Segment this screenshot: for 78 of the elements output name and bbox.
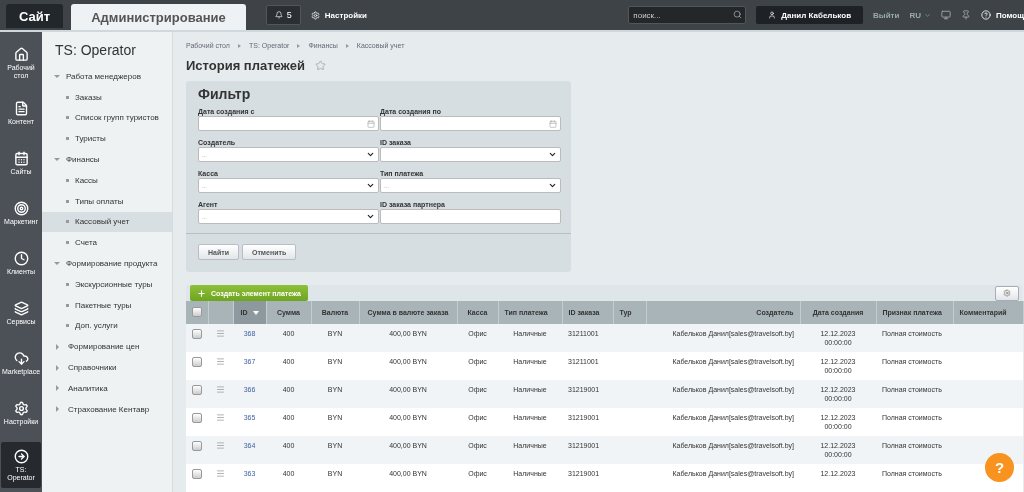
menu-icon[interactable] <box>216 441 225 450</box>
window-icon[interactable] <box>941 10 951 20</box>
search-icon <box>733 10 743 19</box>
language-menu[interactable]: RU <box>909 10 931 20</box>
calendar-icon[interactable] <box>549 119 557 128</box>
calendar-icon[interactable] <box>367 119 375 128</box>
menu-icon[interactable] <box>216 329 225 338</box>
services-icon <box>13 300 29 316</box>
sidebar-item[interactable]: Формирование продукта <box>42 253 172 274</box>
sidebar-item[interactable]: Пакетные туры <box>42 294 172 316</box>
caret-icon <box>366 181 375 190</box>
sidebar-item[interactable]: Экскурсионные туры <box>42 273 172 295</box>
chevron-icon <box>297 43 301 48</box>
filter-title: Фильтр <box>197 86 252 104</box>
help-link[interactable]: Помощ <box>981 10 1024 20</box>
sort-icon <box>252 311 259 315</box>
sidebar-item[interactable]: Работа менеджеров <box>42 66 172 87</box>
notifications-button[interactable]: 5 <box>265 5 301 25</box>
sidebar-title: TS: Operator <box>54 42 137 60</box>
sidebar-item[interactable]: Доп. услуги <box>42 315 172 337</box>
user-button[interactable]: Данил Кабельков <box>756 6 864 24</box>
sidebar-item[interactable]: Кассовый учет <box>42 211 172 233</box>
date-field[interactable] <box>198 116 379 131</box>
home-icon <box>13 47 29 63</box>
caret-icon <box>924 11 931 19</box>
menu-icon[interactable] <box>216 469 225 478</box>
input-field[interactable] <box>380 209 561 224</box>
bell-icon <box>274 11 283 19</box>
caret-icon <box>366 212 375 221</box>
sidebar-item[interactable]: Счета <box>42 232 172 254</box>
plus-icon <box>197 288 206 298</box>
sidebar-item[interactable]: Справочники <box>42 357 172 378</box>
caret-icon <box>366 150 375 159</box>
clients-icon <box>13 250 29 266</box>
settings-button[interactable] <box>995 285 1019 301</box>
help-icon <box>981 10 991 20</box>
operator-icon <box>13 449 29 465</box>
sidebar-item[interactable]: Финансы <box>42 149 172 170</box>
checkbox[interactable] <box>192 469 202 479</box>
star-icon[interactable] <box>314 60 326 71</box>
checkbox[interactable] <box>192 441 202 451</box>
checkbox[interactable] <box>192 307 202 317</box>
checkbox[interactable] <box>192 385 202 395</box>
top-tab[interactable]: Сайт <box>6 4 64 28</box>
chevron-icon <box>345 43 349 48</box>
menu-icon[interactable] <box>216 357 225 366</box>
sites-icon <box>13 150 29 166</box>
user-icon <box>768 11 777 19</box>
pin-icon[interactable] <box>961 10 971 20</box>
checkbox[interactable] <box>192 329 202 339</box>
logout-link[interactable]: Выйти <box>873 10 900 20</box>
sidebar-item[interactable]: Туристы <box>42 128 172 150</box>
checkbox[interactable] <box>192 413 202 423</box>
menu-icon[interactable] <box>216 385 225 394</box>
caret-icon <box>548 181 557 190</box>
date-field[interactable] <box>380 116 561 131</box>
checkbox[interactable] <box>192 357 202 367</box>
search-field[interactable]: поиск... <box>628 6 747 24</box>
sidebar-item[interactable]: Кассы <box>42 170 172 191</box>
settings-link[interactable]: Настройки <box>310 10 367 20</box>
sidebar-item[interactable]: Типы оплаты <box>42 190 172 212</box>
settings-icon <box>13 400 29 416</box>
page-title: История платежей <box>186 58 305 73</box>
sidebar-item[interactable]: Формирование цен <box>42 336 172 358</box>
chevron-icon <box>237 43 241 48</box>
marketing-icon <box>13 200 29 216</box>
gear-icon <box>1003 289 1011 297</box>
sidebar-item[interactable]: Заказы <box>42 86 172 108</box>
content-icon <box>13 100 29 116</box>
caret-icon <box>548 150 557 159</box>
sidebar-item[interactable]: Страхование Кентавр <box>42 398 172 420</box>
menu-icon[interactable] <box>216 413 225 422</box>
gear-icon <box>310 10 320 20</box>
select-field[interactable] <box>380 147 561 162</box>
marketplace-icon <box>13 350 29 366</box>
sidebar-item[interactable]: Список групп туристов <box>42 107 172 129</box>
sidebar-item[interactable]: Аналитика <box>42 377 172 399</box>
top-tab[interactable]: Администрирование <box>71 4 246 30</box>
